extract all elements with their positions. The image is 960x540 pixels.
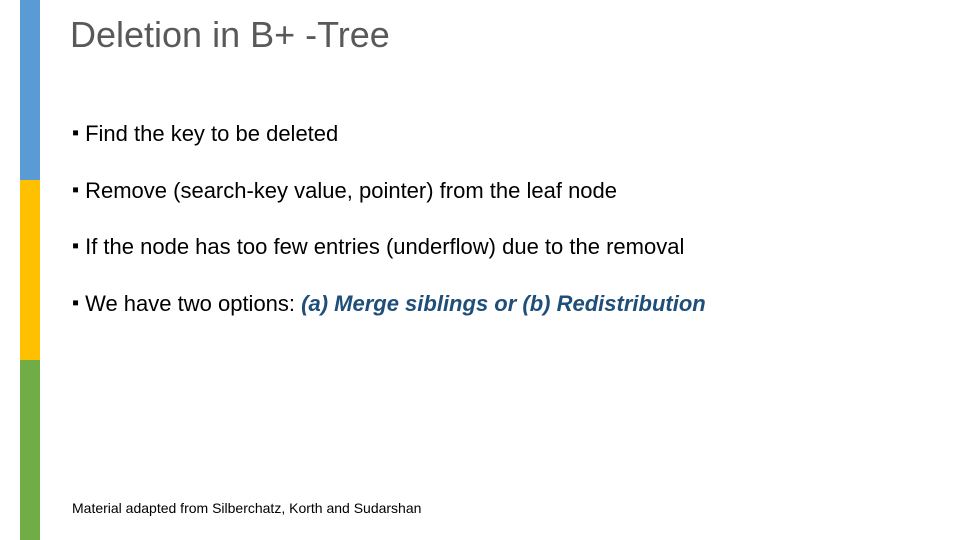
side-stripe: [0, 0, 40, 540]
bullet-text: Remove (search-key value, pointer) from …: [85, 177, 617, 206]
bullet-text: If the node has too few entries (underfl…: [85, 233, 684, 262]
bullet-text: Find the key to be deleted: [85, 120, 338, 149]
bullet-item: ▪ If the node has too few entries (under…: [72, 233, 920, 262]
slide-content: ▪ Find the key to be deleted ▪ Remove (s…: [72, 120, 920, 346]
bullet-item: ▪ Find the key to be deleted: [72, 120, 920, 149]
footer-text: Material adapted from Silberchatz, Korth…: [72, 500, 421, 516]
bullet-marker: ▪: [72, 290, 79, 316]
stripe-blue: [20, 0, 40, 180]
slide-title: Deletion in B+ -Tree: [70, 14, 390, 56]
bullet-text: We have two options: (a) Merge siblings …: [85, 290, 706, 319]
bullet-emphasis: (a) Merge siblings or (b) Redistribution: [301, 291, 706, 316]
bullet-marker: ▪: [72, 233, 79, 259]
bullet-marker: ▪: [72, 120, 79, 146]
stripe-yellow: [20, 180, 40, 360]
bullet-item: ▪ We have two options: (a) Merge sibling…: [72, 290, 920, 319]
bullet-marker: ▪: [72, 177, 79, 203]
bullet-item: ▪ Remove (search-key value, pointer) fro…: [72, 177, 920, 206]
bullet-prefix: We have two options:: [85, 291, 301, 316]
stripe-green: [20, 360, 40, 540]
